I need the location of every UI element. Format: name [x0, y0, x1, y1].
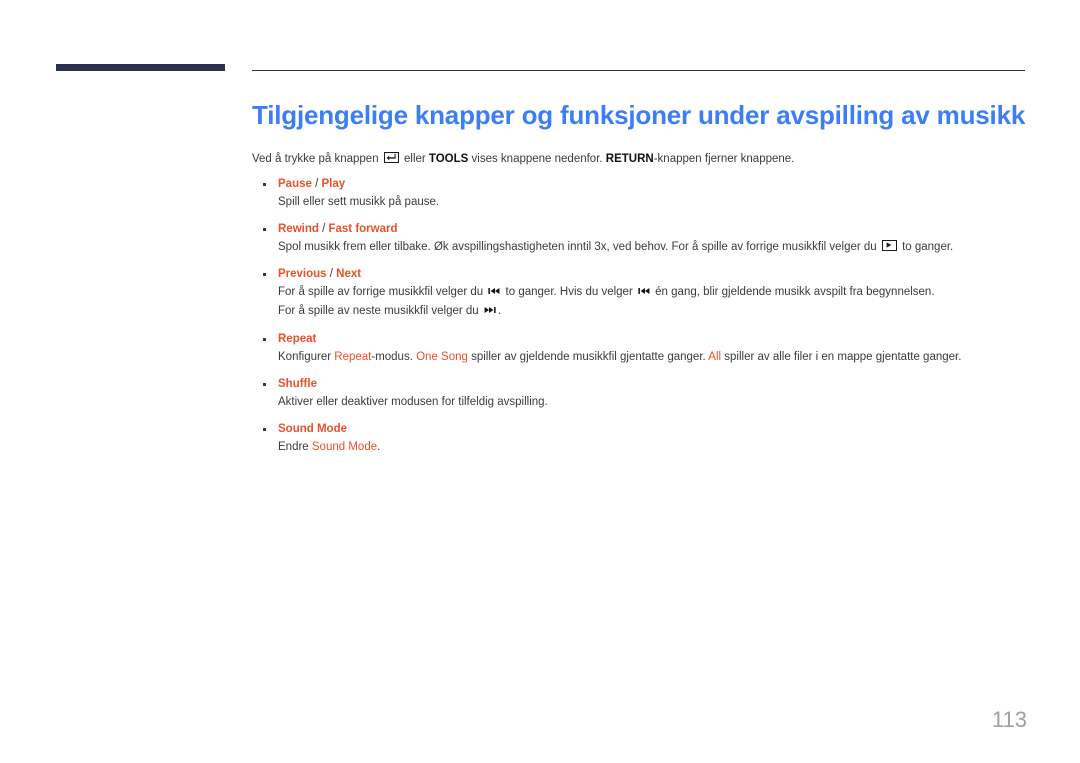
desc-text-part2: -modus. — [371, 351, 417, 363]
bullet-title-rewind-fastforward: Rewind / Fast forward — [278, 221, 1042, 238]
highlight-repeat: Repeat — [334, 351, 372, 363]
desc-line2-part1: For å spille av neste musikkfil velger d… — [278, 305, 482, 317]
bullet-label-fast-forward: Fast forward — [328, 223, 398, 235]
list-item: Shuffle Aktiver eller deaktiver modusen … — [252, 376, 1042, 411]
desc-text-part1: For å spille av forrige musikkfil velger… — [278, 286, 487, 298]
bullet-label-play: Play — [321, 178, 346, 190]
bullet-label-previous: Previous — [278, 268, 327, 280]
desc-text-part1: Spol musikk frem eller tilbake. Øk avspi… — [278, 241, 880, 253]
desc-text-part2: to ganger. — [898, 241, 954, 253]
bullet-title-shuffle: Shuffle — [278, 376, 1042, 393]
intro-text-part1: Ved å trykke på knappen — [252, 153, 382, 165]
intro-text-part4: -knappen fjerner knappene. — [653, 153, 795, 165]
list-item: Previous / Next For å spille av forrige … — [252, 266, 1042, 321]
list-item: Pause / Play Spill eller sett musikk på … — [252, 176, 1042, 211]
list-item: Rewind / Fast forward Spol musikk frem e… — [252, 221, 1042, 256]
page-content: Ved å trykke på knappen eller TOOLS vise… — [252, 150, 1042, 466]
bullet-label-rewind: Rewind — [278, 223, 319, 235]
highlight-one-song: One Song — [416, 351, 468, 363]
page-number: 113 — [991, 707, 1027, 732]
intro-text-part2: eller — [400, 153, 429, 165]
intro-text-part3: vises knappene nedenfor. — [468, 153, 606, 165]
bullet-label-sound-mode: Sound Mode — [278, 423, 347, 435]
enter-key-icon — [383, 152, 399, 163]
tools-keyword: TOOLS — [428, 153, 469, 165]
highlight-sound-mode: Sound Mode — [311, 441, 378, 453]
header-accent-bar — [56, 64, 225, 71]
desc-text-part2: . — [377, 441, 381, 453]
bullet-label-shuffle: Shuffle — [278, 378, 317, 390]
previous-track-icon — [488, 284, 500, 302]
play-key-icon — [881, 240, 897, 251]
previous-track-icon — [638, 284, 650, 302]
bullet-label-pause: Pause — [278, 178, 312, 190]
bullet-description-shuffle: Aktiver eller deaktiver modusen for tilf… — [278, 396, 548, 408]
desc-text-part1: Endre — [278, 441, 312, 453]
desc-text-part1: Konfigurer — [278, 351, 335, 363]
bullet-title-sound-mode: Sound Mode — [278, 421, 1042, 438]
highlight-all: All — [708, 351, 722, 363]
return-keyword: RETURN — [605, 153, 654, 165]
bullet-title-pause-play: Pause / Play — [278, 176, 1042, 193]
bullet-label-next: Next — [336, 268, 362, 280]
desc-text-part4: spiller av alle filer i en mappe gjentat… — [721, 351, 962, 363]
next-track-icon — [484, 303, 496, 321]
bullet-label-repeat: Repeat — [278, 333, 317, 345]
bullet-description-previous-next-line1: For å spille av forrige musikkfil velger… — [278, 283, 1042, 302]
feature-bullet-list: Pause / Play Spill eller sett musikk på … — [252, 176, 1042, 456]
desc-line2-part2: . — [497, 305, 502, 317]
bullet-description-previous-next-line2: For å spille av neste musikkfil velger d… — [278, 302, 1042, 321]
page-title: Tilgjengelige knapper og funksjoner unde… — [252, 100, 1026, 130]
list-item: Sound Mode Endre Sound Mode. — [252, 421, 1042, 456]
list-item: Repeat Konfigurer Repeat-modus. One Song… — [252, 331, 1042, 366]
intro-paragraph: Ved å trykke på knappen eller TOOLS vise… — [252, 150, 1042, 168]
bullet-title-previous-next: Previous / Next — [278, 266, 1042, 283]
bullet-description-pause-play: Spill eller sett musikk på pause. — [278, 196, 440, 208]
bullet-description-sound-mode: Endre Sound Mode. — [278, 438, 1042, 456]
label-separator: / — [326, 268, 337, 280]
bullet-description-rewind-fastforward: Spol musikk frem eller tilbake. Øk avspi… — [278, 238, 1042, 256]
desc-text-part3: spiller av gjeldende musikkfil gjentatte… — [467, 351, 709, 363]
bullet-description-repeat: Konfigurer Repeat-modus. One Song spille… — [278, 348, 1042, 366]
bullet-title-repeat: Repeat — [278, 331, 1042, 348]
document-page: Tilgjengelige knapper og funksjoner unde… — [0, 0, 1080, 763]
header-divider-rule — [252, 70, 1025, 71]
desc-text-part2: to ganger. Hvis du velger — [502, 286, 636, 298]
desc-text-part3: én gang, blir gjeldende musikk avspilt f… — [651, 286, 935, 298]
